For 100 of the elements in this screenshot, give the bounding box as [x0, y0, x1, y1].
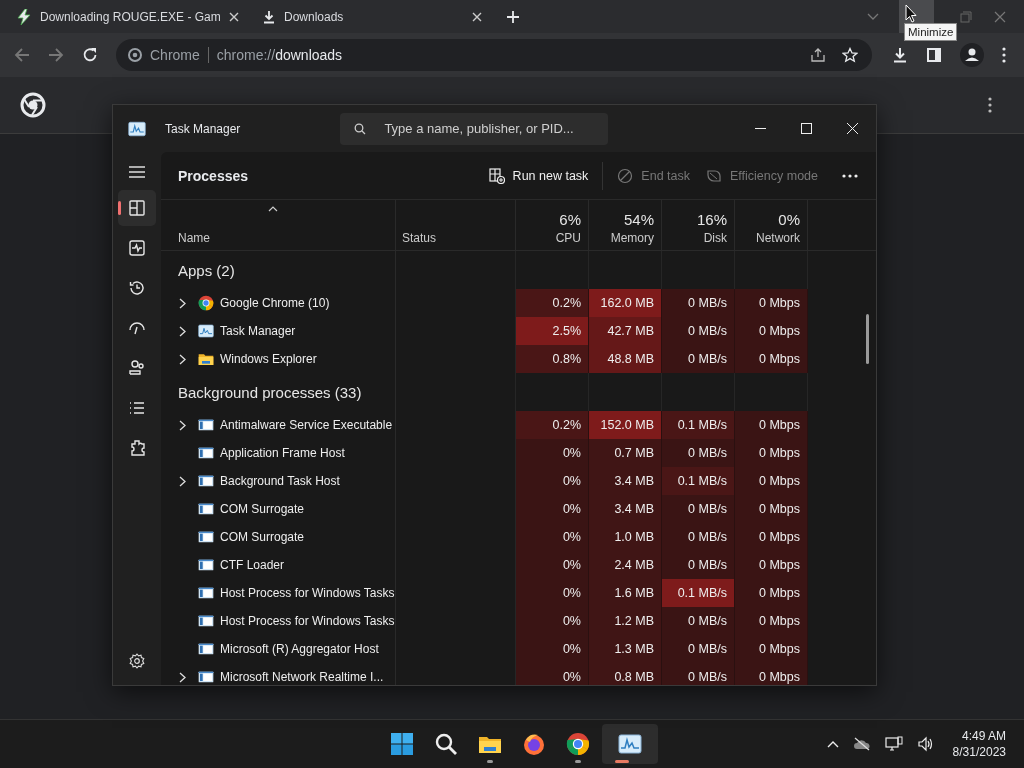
- list-icon: [128, 399, 146, 417]
- process-name: Task Manager: [220, 324, 296, 338]
- chevron-right-icon[interactable]: [179, 353, 186, 365]
- table-cell: 0 Mbps: [735, 289, 808, 317]
- chevron-right-icon[interactable]: [179, 297, 186, 309]
- table-cell: 0%: [516, 579, 589, 607]
- table-cell: 0%: [516, 635, 589, 663]
- app-window-icon: [198, 473, 214, 489]
- table-cell: 1.6 MB: [589, 579, 662, 607]
- table-cell: 0 MB/s: [662, 317, 735, 345]
- more-icon[interactable]: [842, 173, 858, 178]
- search-field[interactable]: Type a name, publisher, or PID...: [340, 112, 609, 145]
- menu-icon[interactable]: [129, 166, 145, 178]
- column-header[interactable]: 0% Network: [735, 200, 808, 250]
- close-icon[interactable]: [228, 11, 239, 22]
- app-window-icon: [198, 641, 214, 657]
- column-header[interactable]: 54% Memory: [589, 200, 662, 250]
- chevron-up-icon[interactable]: [826, 740, 839, 748]
- table-cell: 0 Mbps: [735, 317, 808, 345]
- puzzle-icon: [128, 439, 146, 457]
- chevron-right-icon[interactable]: [179, 419, 186, 431]
- app-window-icon: [198, 613, 214, 629]
- maximize-icon[interactable]: [801, 123, 812, 134]
- table-cell: 0 MB/s: [662, 439, 735, 467]
- process-name: Google Chrome (10): [220, 296, 330, 310]
- table-cell: 162.0 MB: [589, 289, 662, 317]
- network-icon[interactable]: [884, 736, 903, 752]
- forward-arrow-icon[interactable]: [48, 47, 64, 63]
- run-task-icon: [488, 167, 505, 184]
- process-name: COM Surrogate: [220, 530, 305, 544]
- table-cell: 0 Mbps: [735, 467, 808, 495]
- process-name: COM Surrogate: [220, 502, 305, 516]
- star-icon[interactable]: [842, 47, 858, 63]
- search-icon: [354, 122, 367, 135]
- chevron-right-icon[interactable]: [179, 325, 186, 337]
- app-window-icon: [198, 669, 214, 685]
- browser-tab[interactable]: Downloads: [246, 0, 492, 33]
- table-cell: 0 Mbps: [735, 411, 808, 439]
- process-name: Host Process for Windows Tasks: [220, 614, 395, 628]
- group-header: Background processes (33): [178, 383, 362, 401]
- table-cell: 0%: [516, 439, 589, 467]
- lightning-icon: [16, 8, 32, 25]
- scrollbar-thumb[interactable]: [866, 314, 869, 364]
- table-cell: 0 MB/s: [662, 495, 735, 523]
- settings-icon[interactable]: [129, 653, 145, 669]
- share-icon[interactable]: [810, 47, 826, 63]
- address-bar[interactable]: Chrome chrome://downloads: [116, 39, 872, 71]
- history-icon: [128, 279, 146, 297]
- table-cell: 1.2 MB: [589, 607, 662, 635]
- cloud-off-icon[interactable]: [852, 737, 871, 751]
- app-window-icon: [198, 501, 214, 517]
- site-label: Chrome: [150, 47, 200, 63]
- chart-window-icon: [128, 119, 146, 138]
- table-cell: 0 MB/s: [662, 345, 735, 373]
- toolbar-button[interactable]: Run new task: [480, 167, 597, 184]
- clock[interactable]: 4:49 AM 8/31/2023: [952, 728, 1006, 760]
- reload-icon[interactable]: [82, 47, 98, 63]
- pulse-icon: [128, 239, 146, 257]
- download-icon[interactable]: [892, 47, 908, 63]
- table-cell: 0.1 MB/s: [662, 579, 735, 607]
- chart-window-icon: [618, 732, 642, 756]
- process-name: Host Process for Windows Tasks: [220, 586, 395, 600]
- users-icon: [128, 359, 146, 377]
- table-cell: 0.7 MB: [589, 439, 662, 467]
- url-text: chrome://downloads: [216, 47, 343, 63]
- column-header[interactable]: Name: [161, 200, 396, 250]
- table-cell: 0 Mbps: [735, 635, 808, 663]
- process-name: Background Task Host: [220, 474, 340, 488]
- table-cell: 1.3 MB: [589, 635, 662, 663]
- back-arrow-icon[interactable]: [14, 47, 30, 63]
- browser-tab[interactable]: Downloading ROUGE.EXE - Gam: [0, 0, 246, 33]
- table-cell: 0.8%: [516, 345, 589, 373]
- close-icon[interactable]: [472, 11, 482, 22]
- table-cell: 0%: [516, 663, 589, 685]
- app-window-icon: [198, 417, 214, 433]
- plus-icon[interactable]: [506, 9, 520, 24]
- table-cell: 0 MB/s: [662, 607, 735, 635]
- folder-icon: [198, 351, 214, 367]
- table-cell: 0 Mbps: [735, 663, 808, 685]
- column-header[interactable]: 6% CPU: [516, 200, 589, 250]
- column-header[interactable]: 16% Disk: [662, 200, 735, 250]
- process-name: CTF Loader: [220, 558, 285, 572]
- kebab-menu-icon[interactable]: [1002, 47, 1006, 63]
- side-panel-icon[interactable]: [926, 47, 942, 63]
- profile-icon[interactable]: [960, 43, 984, 67]
- taskbar-button[interactable]: [602, 724, 658, 764]
- table-cell: 0%: [516, 523, 589, 551]
- app-window-icon: [198, 445, 214, 461]
- chevron-down-icon[interactable]: [867, 12, 879, 21]
- page-title: Processes: [178, 167, 249, 184]
- table-cell: 1.0 MB: [589, 523, 662, 551]
- app-window-icon: [198, 585, 214, 601]
- firefox-icon: [522, 732, 546, 756]
- kebab-menu-icon[interactable]: [988, 97, 992, 113]
- table-cell: 0 MB/s: [662, 551, 735, 579]
- nav-item[interactable]: [118, 190, 156, 226]
- speaker-icon[interactable]: [916, 736, 935, 752]
- chevron-right-icon[interactable]: [179, 671, 186, 683]
- chevron-right-icon[interactable]: [179, 475, 186, 487]
- column-header[interactable]: Status: [396, 200, 516, 250]
